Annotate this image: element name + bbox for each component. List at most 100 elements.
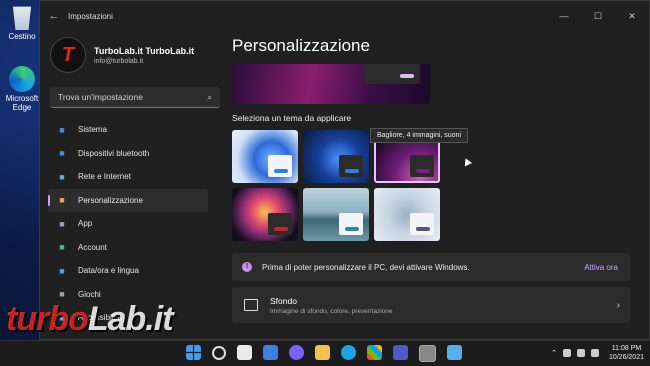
sidebar-item-label: Dispositivi bluetooth [78, 148, 150, 158]
sidebar-item-label: Account [78, 242, 107, 252]
profile-name: TurboLab.it TurboLab.it [94, 45, 195, 56]
search-box[interactable]: Trova un'impostazione ⌕ [50, 87, 220, 108]
sidebar-item-label: Data/ora e lingua [78, 266, 139, 276]
theme-card [410, 155, 434, 177]
setting-sfondo[interactable]: Sfondo Immagine di sfondo, colore, prese… [232, 287, 630, 323]
sidebar-item-app[interactable]: ■ App [48, 212, 208, 236]
activation-message: Prima di poter personalizzare il PC, dev… [262, 262, 470, 272]
chat-icon[interactable] [289, 345, 304, 360]
clock[interactable]: 11:08 PM 10/26/2021 [609, 344, 644, 362]
themes-label: Seleziona un tema da applicare [232, 113, 352, 123]
sidebar-item-rete-e-internet[interactable]: ■ Rete e Internet [48, 165, 208, 189]
profile-email: info@turbolab.it [94, 57, 144, 65]
theme-accent-bar [345, 169, 359, 173]
theme-tooltip: Bagliore, 4 immagini, suoni [370, 128, 469, 143]
edge-icon[interactable] [341, 345, 356, 360]
sidebar-item-dispositivi-bluetooth[interactable]: ■ Dispositivi bluetooth [48, 142, 208, 166]
tray-chevron-icon[interactable]: ⌃ [551, 349, 557, 357]
bluetooth-icon: ■ [59, 148, 65, 159]
theme-4[interactable] [232, 188, 298, 241]
clock-date: 10/26/2021 [608, 354, 644, 361]
notepad-icon[interactable] [447, 345, 462, 360]
sidebar-item-sistema[interactable]: ■ Sistema [48, 118, 208, 142]
search-icon[interactable] [212, 346, 226, 360]
theme-accent-bar [274, 169, 288, 173]
globe-icon: ■ [59, 265, 65, 276]
watermark-part1: turbo [6, 300, 89, 338]
sidebar-item-data-ora-e-lingua[interactable]: ■ Data/ora e lingua [48, 259, 208, 283]
theme-card [339, 155, 363, 177]
activate-now-link[interactable]: Attiva ora [584, 263, 618, 272]
volume-icon[interactable] [590, 349, 599, 357]
gamepad-icon: ■ [59, 289, 65, 300]
themes-grid [232, 130, 444, 241]
start-icon[interactable] [186, 345, 201, 360]
sidebar-item-label: Giochi [78, 289, 101, 299]
apps-icon: ■ [59, 218, 65, 229]
setting-subtitle: Immagine di sfondo, colore, presentazion… [270, 307, 393, 315]
store-icon[interactable] [367, 345, 382, 360]
onedrive-icon[interactable] [562, 349, 571, 357]
maximize-button[interactable]: ☐ [581, 11, 615, 22]
theme-5[interactable] [303, 188, 369, 241]
watermark: turboLab.it [6, 300, 174, 339]
edge-shortcut[interactable]: Microsoft Edge [2, 66, 42, 112]
profile[interactable]: T TurboLab.it TurboLab.it info@turbolab.… [40, 31, 230, 73]
network-icon: ■ [59, 171, 65, 182]
title-bar: ← Impostazioni — ☐ ✕ [40, 1, 649, 31]
network-icon[interactable] [576, 349, 585, 357]
theme-1[interactable] [232, 130, 298, 183]
mouse-cursor [461, 156, 473, 167]
chevron-right-icon: › [616, 299, 620, 311]
monitor-icon: ■ [59, 124, 65, 135]
sidebar-item-label: Sistema [78, 125, 107, 135]
sidebar-item-label: Personalizzazione [78, 195, 143, 205]
brush-icon: ■ [59, 195, 65, 206]
settings-gear-icon[interactable] [419, 345, 436, 362]
settings-window: ← Impostazioni — ☐ ✕ T TurboLab.it Turbo… [39, 0, 650, 340]
theme-accent-bar [416, 227, 430, 231]
sidebar-item-label: App [78, 219, 93, 229]
minimize-button[interactable]: — [547, 11, 581, 22]
theme-preview [232, 64, 430, 104]
theme-accent-bar [345, 227, 359, 231]
theme-2[interactable] [303, 130, 369, 183]
sidebar-nav: ■ Sistema ■ Dispositivi bluetooth ■ Rete e In… [40, 118, 230, 330]
account-icon: ■ [59, 242, 65, 253]
widgets-icon[interactable] [263, 345, 278, 360]
search-input[interactable]: Trova un'impostazione [58, 92, 207, 102]
page-title: Personalizzazione [232, 36, 370, 55]
sidebar-item-label: Rete e Internet [78, 172, 131, 182]
close-button[interactable]: ✕ [615, 11, 649, 22]
activation-notice: ! Prima di poter personalizzare il PC, d… [232, 253, 630, 281]
recycle-bin-icon [12, 6, 32, 30]
theme-accent-bar [274, 227, 288, 231]
clock-time: 11:08 PM [611, 345, 642, 352]
main-content: Personalizzazione Seleziona un tema da a… [230, 31, 650, 341]
theme-accent-bar [416, 169, 430, 173]
teams-icon[interactable] [393, 345, 408, 360]
window-title: Impostazioni [68, 11, 113, 21]
setting-title: Sfondo [270, 295, 297, 306]
theme-card [410, 213, 434, 235]
theme-card [268, 213, 292, 235]
sidebar: T TurboLab.it TurboLab.it info@turbolab.… [40, 31, 230, 341]
theme-card [339, 213, 363, 235]
theme-6[interactable] [374, 188, 440, 241]
sidebar-item-personalizzazione[interactable]: ■ Personalizzazione [48, 188, 208, 212]
avatar: T [50, 37, 86, 73]
task-view-icon[interactable] [237, 345, 252, 360]
watermark-part2: Lab.it [87, 300, 174, 338]
edge-label: Microsoft Edge [5, 94, 39, 112]
taskbar: ⌃ 11:08 PM 10/26/2021 [0, 340, 650, 366]
file-explorer-icon[interactable] [315, 345, 330, 360]
theme-card [268, 155, 292, 177]
back-button[interactable]: ← [40, 10, 68, 22]
image-icon [244, 299, 258, 311]
search-icon: ⌕ [207, 91, 212, 102]
sidebar-item-account[interactable]: ■ Account [48, 236, 208, 260]
info-icon: ! [242, 262, 252, 272]
recycle-bin-label: Cestino [8, 32, 36, 41]
recycle-bin-shortcut[interactable]: Cestino [2, 4, 42, 41]
preview-accent-bar [400, 74, 414, 78]
